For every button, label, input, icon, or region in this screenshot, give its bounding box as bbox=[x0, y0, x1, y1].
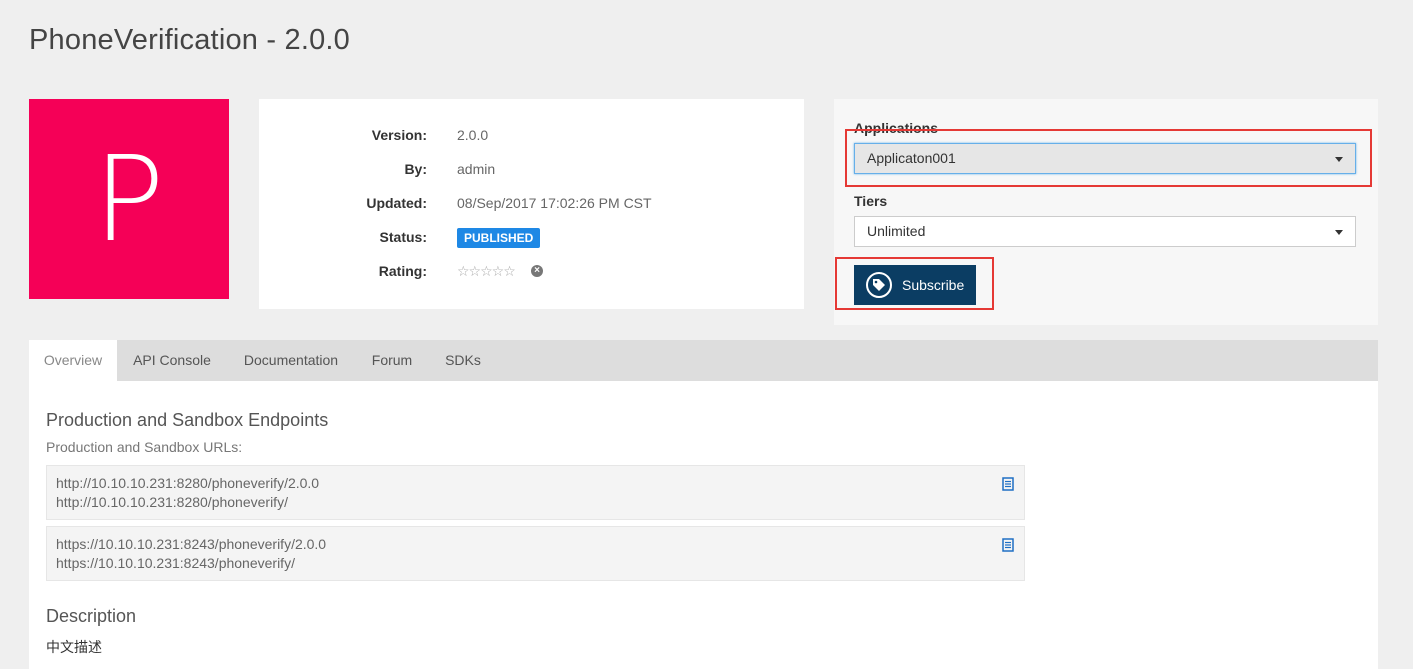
version-label: Version: bbox=[371, 127, 427, 143]
copy-icon[interactable] bbox=[1002, 477, 1014, 496]
endpoint-url[interactable]: http://10.10.10.231:8280/phoneverify/2.0… bbox=[56, 475, 319, 491]
tiers-label: Tiers bbox=[854, 193, 888, 209]
endpoint-box-https: https://10.10.10.231:8243/phoneverify/2.… bbox=[46, 526, 1025, 581]
api-logo: P bbox=[29, 99, 229, 299]
info-row-status: Status: PUBLISHED bbox=[259, 225, 804, 249]
info-row-updated: Updated: 08/Sep/2017 17:02:26 PM CST bbox=[259, 191, 804, 215]
tab-sdks[interactable]: SDKs bbox=[429, 340, 497, 381]
highlight-box-applications bbox=[845, 129, 1372, 187]
info-row-rating: Rating: ☆☆☆☆☆ × bbox=[259, 259, 804, 283]
tab-bar: Overview API Console Documentation Forum… bbox=[29, 340, 1378, 381]
highlight-box-subscribe bbox=[835, 257, 994, 310]
description-title: Description bbox=[46, 606, 137, 626]
updated-label: Updated: bbox=[366, 195, 427, 211]
tab-overview[interactable]: Overview bbox=[29, 340, 117, 381]
endpoint-url[interactable]: https://10.10.10.231:8243/phoneverify/2.… bbox=[56, 536, 326, 552]
copy-icon[interactable] bbox=[1002, 538, 1014, 557]
endpoints-title: Production and Sandbox Endpoints bbox=[46, 410, 329, 430]
version-value: 2.0.0 bbox=[457, 127, 489, 143]
page-title: PhoneVerification - 2.0.0 bbox=[29, 24, 350, 56]
overview-content: Production and Sandbox Endpoints Product… bbox=[29, 381, 1378, 669]
description-text: 中文描述 bbox=[46, 639, 102, 655]
info-row-version: Version: 2.0.0 bbox=[259, 123, 804, 147]
info-row-by: By: admin bbox=[259, 157, 804, 181]
endpoint-box-http: http://10.10.10.231:8280/phoneverify/2.0… bbox=[46, 465, 1025, 520]
endpoint-url[interactable]: https://10.10.10.231:8243/phoneverify/ bbox=[56, 555, 295, 571]
clear-rating-icon[interactable]: × bbox=[531, 265, 543, 277]
tab-api-console[interactable]: API Console bbox=[117, 340, 227, 381]
status-label: Status: bbox=[379, 229, 427, 245]
tab-forum[interactable]: Forum bbox=[355, 340, 429, 381]
tab-documentation[interactable]: Documentation bbox=[227, 340, 355, 381]
api-info-card: Version: 2.0.0 By: admin Updated: 08/Sep… bbox=[259, 99, 804, 309]
tiers-select-value: Unlimited bbox=[867, 223, 926, 239]
by-value: admin bbox=[457, 161, 496, 177]
caret-down-icon bbox=[1335, 230, 1343, 235]
rating-label: Rating: bbox=[378, 263, 427, 279]
status-badge: PUBLISHED bbox=[457, 228, 541, 248]
updated-value: 08/Sep/2017 17:02:26 PM CST bbox=[457, 195, 652, 211]
by-label: By: bbox=[404, 161, 427, 177]
rating-stars[interactable]: ☆☆☆☆☆ bbox=[457, 259, 516, 283]
tiers-select[interactable]: Unlimited bbox=[854, 216, 1356, 247]
endpoints-subtitle: Production and Sandbox URLs: bbox=[46, 439, 243, 455]
endpoint-url[interactable]: http://10.10.10.231:8280/phoneverify/ bbox=[56, 494, 288, 510]
logo-letter: P bbox=[93, 130, 165, 268]
